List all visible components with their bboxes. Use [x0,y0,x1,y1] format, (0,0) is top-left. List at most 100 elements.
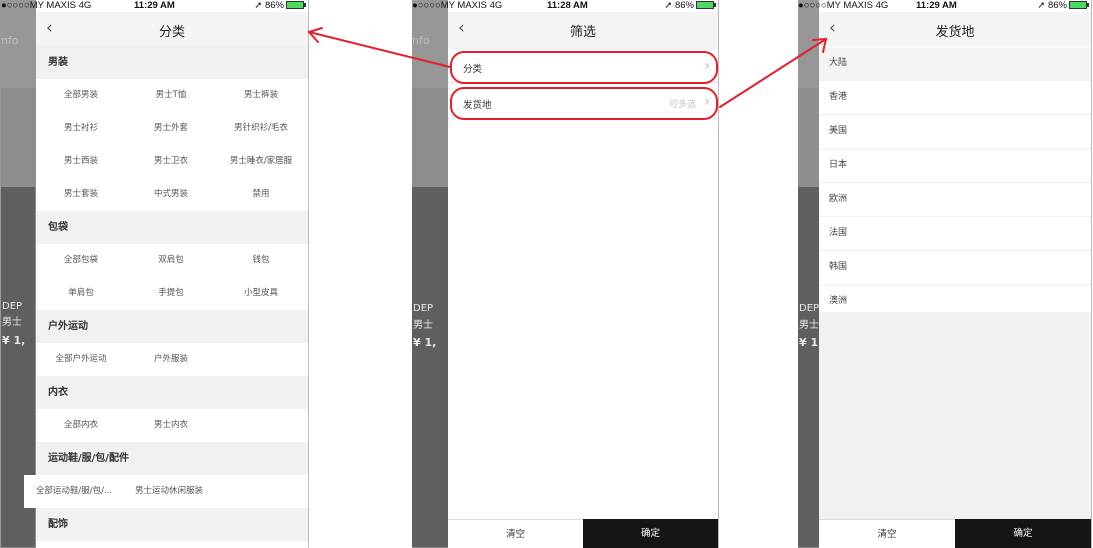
origin-item[interactable]: 法国 [819,217,1091,251]
category-item[interactable]: 男士裤装 [216,79,306,112]
carrier-label: ●○○○○MY MAXIS 4G [412,0,503,11]
category-list: 男装 全部男装 男士T恤 男士裤装 男士衬衫 男士外套 男针织衫/毛衣 男士西装… [24,46,308,541]
category-item[interactable]: 男士套装 [36,178,126,211]
category-item[interactable]: 手提包 [126,277,216,310]
filter-screen: nfo DEP 男士 ¥ 1, ●○○○○MY MAXIS 4G 11:28 A… [412,0,719,548]
divider [448,46,718,50]
carrier-label: ●○○○○MY MAXIS 4G [798,0,889,11]
origin-screen: DEP 男士 ¥ 1, ●○○○○MY MAXIS 4G 11:29 AM ➚ … [798,0,1092,548]
origin-item[interactable]: 日本 [819,149,1091,183]
category-item[interactable]: 钱包 [216,244,306,277]
category-row: 全部运动鞋/服/包/... 男士运动休闲服装 [24,475,308,508]
clock-label: 11:29 AM [916,0,957,11]
clock-label: 11:29 AM [134,0,175,11]
confirm-button[interactable]: 确定 [583,519,718,548]
category-panel: ‹ 分类 男装 全部男装 男士T恤 男士裤装 男士衬衫 男士外套 男针织衫/毛衣… [24,0,308,548]
origin-item[interactable]: 韩国 [819,251,1091,285]
category-item[interactable]: 全部男装 [36,79,126,112]
clear-button[interactable]: 清空 [448,519,583,548]
bottom-action-bar: 清空 确定 [448,519,718,548]
nav-bar: ‹ 分类 [36,12,308,46]
background-brand-text: DEP [799,303,820,314]
background-brand-text: DEP [413,303,434,314]
category-row: 全部内衣 男士内衣 [36,409,308,442]
battery-percent: ➚ 86% [254,0,284,11]
background-price-text: ¥ 1, [413,336,437,349]
category-row: 男士套装 中式男装 禁用 [36,178,308,211]
category-screen: nfo DEP 男士 ¥ 1, ●○○○○MY MAXIS 4G 11:29 A… [0,0,309,548]
highlight-oval-origin [450,87,718,120]
section-header: 配饰 [36,508,308,541]
status-bar: ●○○○○MY MAXIS 4G 11:28 AM ➚ 86% [412,0,718,12]
battery-indicator: ➚ 86% [1037,0,1089,11]
nav-bar: ‹ 发货地 [819,12,1091,46]
carrier-label: ●○○○○MY MAXIS 4G [1,0,92,11]
clock-label: 11:28 AM [547,0,588,11]
background-name-text: 男士 [799,320,819,331]
battery-percent: ➚ 86% [1037,0,1067,11]
battery-percent: ➚ 86% [664,0,694,11]
highlight-oval-category [450,51,718,84]
background-info-label: nfo [412,34,430,47]
category-item[interactable]: 全部包袋 [36,244,126,277]
category-item[interactable]: 中式男装 [126,178,216,211]
clear-button[interactable]: 清空 [819,519,955,548]
origin-list: 大陆 香港 美国 日本 欧洲 法国 韩国 澳洲 [819,47,1091,319]
category-row: 单肩包 手提包 小型皮具 [36,277,308,310]
battery-icon [696,1,716,10]
category-row: 全部男装 男士T恤 男士裤装 [36,79,308,112]
bottom-action-bar: 清空 确定 [819,519,1091,548]
background-info-label: nfo [1,34,19,47]
category-item[interactable]: 男士外套 [126,112,216,145]
category-item[interactable]: 男士衬衫 [36,112,126,145]
category-item[interactable]: 男士运动休闲服装 [124,475,214,508]
category-row: 男士衬衫 男士外套 男针织衫/毛衣 [36,112,308,145]
arrow-head-left [307,27,323,43]
background-name-text: 男士 [2,317,22,328]
category-item[interactable]: 男士西装 [36,145,126,178]
origin-panel: ‹ 发货地 大陆 香港 美国 日本 欧洲 法国 韩国 澳洲 清空 确定 [819,0,1091,548]
category-row: 全部包袋 双肩包 钱包 [36,244,308,277]
category-item[interactable]: 户外服装 [126,343,216,376]
category-item[interactable]: 单肩包 [36,277,126,310]
background-name-text: 男士 [413,320,433,331]
category-item[interactable]: 男士卫衣 [126,145,216,178]
section-header: 运动鞋/服/包/配件 [36,442,308,475]
background-brand-text: DEP [2,301,23,312]
empty-area [819,312,1091,519]
origin-item[interactable]: 大陆 [819,47,1091,81]
category-item[interactable]: 双肩包 [126,244,216,277]
page-title: 筛选 [569,25,596,40]
page-title: 分类 [158,25,185,40]
battery-icon [286,1,306,10]
background-product-card [798,187,819,547]
category-item[interactable]: 男针织衫/毛衣 [216,112,306,145]
category-item[interactable]: 禁用 [216,178,306,211]
background-product-card [412,187,448,547]
category-item[interactable]: 男士内衣 [126,409,216,442]
category-item[interactable]: 男士睡衣/家居服 [216,145,306,178]
category-row: 全部户外运动 户外服装 [36,343,308,376]
category-item[interactable]: 全部运动鞋/服/包/... [24,475,124,508]
status-bar: ●○○○○MY MAXIS 4G 11:29 AM ➚ 86% [1,0,308,12]
battery-icon [1069,1,1089,10]
battery-indicator: ➚ 86% [664,0,716,11]
background-price-text: ¥ 1, [2,334,26,347]
origin-item[interactable]: 欧洲 [819,183,1091,217]
section-header: 户外运动 [36,310,308,343]
page-title: 发货地 [935,25,975,40]
status-bar: ●○○○○MY MAXIS 4G 11:29 AM ➚ 86% [798,0,1091,12]
nav-bar: ‹ 筛选 [448,12,718,46]
category-item[interactable]: 小型皮具 [216,277,306,310]
category-item[interactable]: 全部户外运动 [36,343,126,376]
category-row: 男士西装 男士卫衣 男士睡衣/家居服 [36,145,308,178]
category-item[interactable]: 全部内衣 [36,409,126,442]
category-item[interactable]: 男士T恤 [126,79,216,112]
confirm-button[interactable]: 确定 [955,519,1091,548]
section-header: 内衣 [36,376,308,409]
origin-item[interactable]: 香港 [819,81,1091,115]
section-header: 男装 [36,46,308,79]
section-header: 包袋 [36,211,308,244]
battery-indicator: ➚ 86% [254,0,306,11]
origin-item[interactable]: 美国 [819,115,1091,149]
